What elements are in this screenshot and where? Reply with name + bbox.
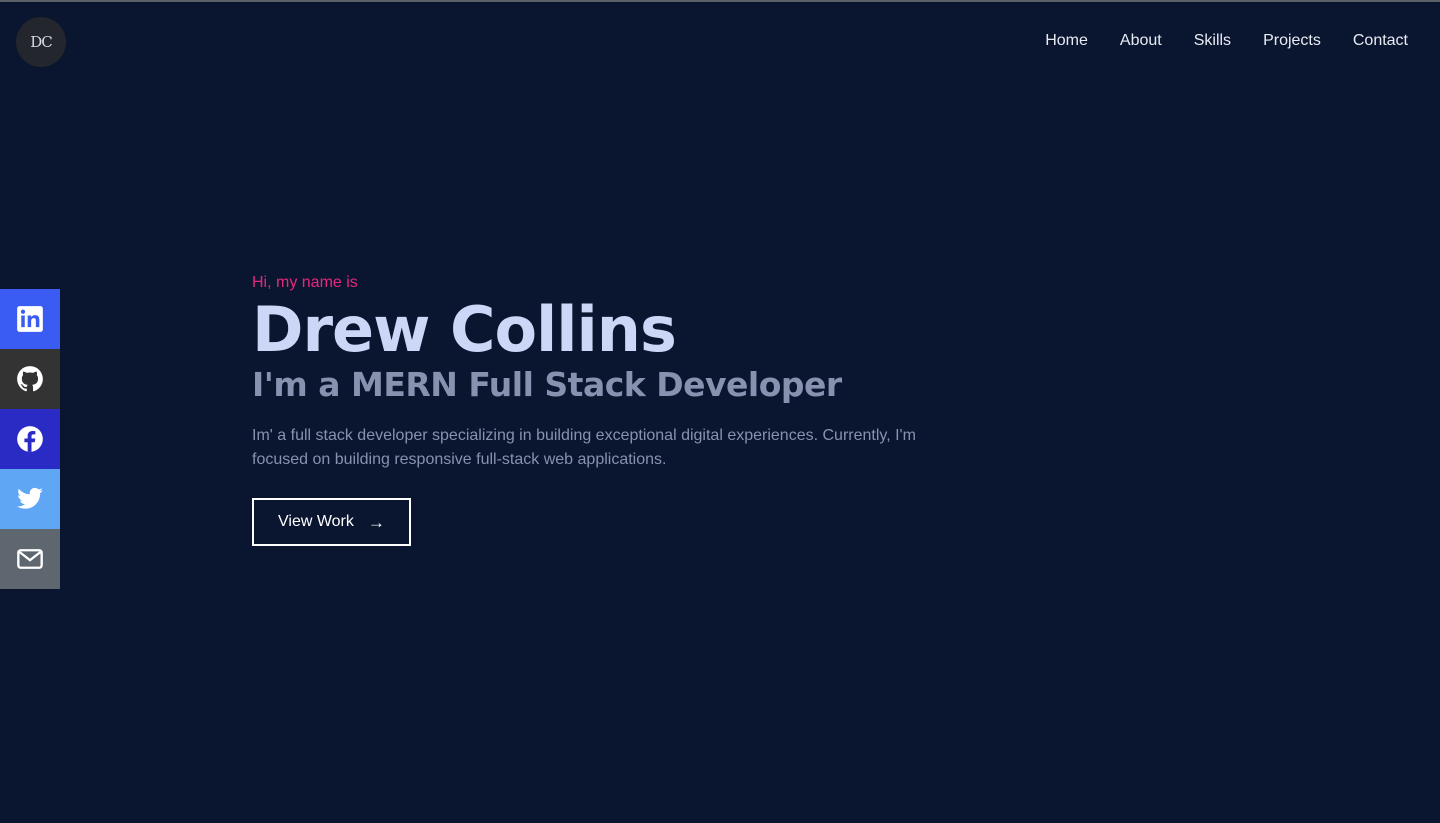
nav-skills[interactable]: Skills	[1194, 31, 1231, 51]
greeting-text: Hi, my name is	[252, 274, 358, 291]
facebook-icon	[17, 426, 43, 452]
linkedin-icon	[17, 306, 43, 332]
github-link[interactable]	[0, 349, 60, 409]
twitter-link[interactable]	[0, 469, 60, 529]
arrow-right-icon: →	[367, 512, 385, 532]
hero-section: Hi, my name is Drew Collins I'm a MERN F…	[252, 272, 972, 546]
twitter-icon	[17, 487, 43, 509]
email-link[interactable]	[0, 529, 60, 589]
nav-projects[interactable]: Projects	[1263, 31, 1321, 51]
view-work-button[interactable]: View Work →	[252, 498, 411, 546]
facebook-link[interactable]	[0, 409, 60, 469]
nav-home[interactable]: Home	[1045, 31, 1088, 51]
hero-description: Im' a full stack developer specializing …	[252, 427, 916, 468]
logo[interactable]: DC	[16, 17, 66, 67]
top-border	[0, 0, 1440, 2]
mail-icon	[17, 549, 43, 569]
nav-about[interactable]: About	[1120, 31, 1162, 51]
linkedin-link[interactable]	[0, 289, 60, 349]
view-work-label: View Work	[278, 513, 354, 530]
github-icon	[17, 366, 43, 392]
hero-name: Drew Collins	[252, 293, 677, 366]
portfolio-page: DC Home About Skills Projects Contact Hi…	[0, 0, 1440, 823]
social-sidebar	[0, 289, 60, 589]
hero-role: I'm a MERN Full Stack Developer	[252, 365, 842, 404]
main-nav: Home About Skills Projects Contact	[1045, 31, 1408, 51]
nav-contact[interactable]: Contact	[1353, 31, 1408, 51]
